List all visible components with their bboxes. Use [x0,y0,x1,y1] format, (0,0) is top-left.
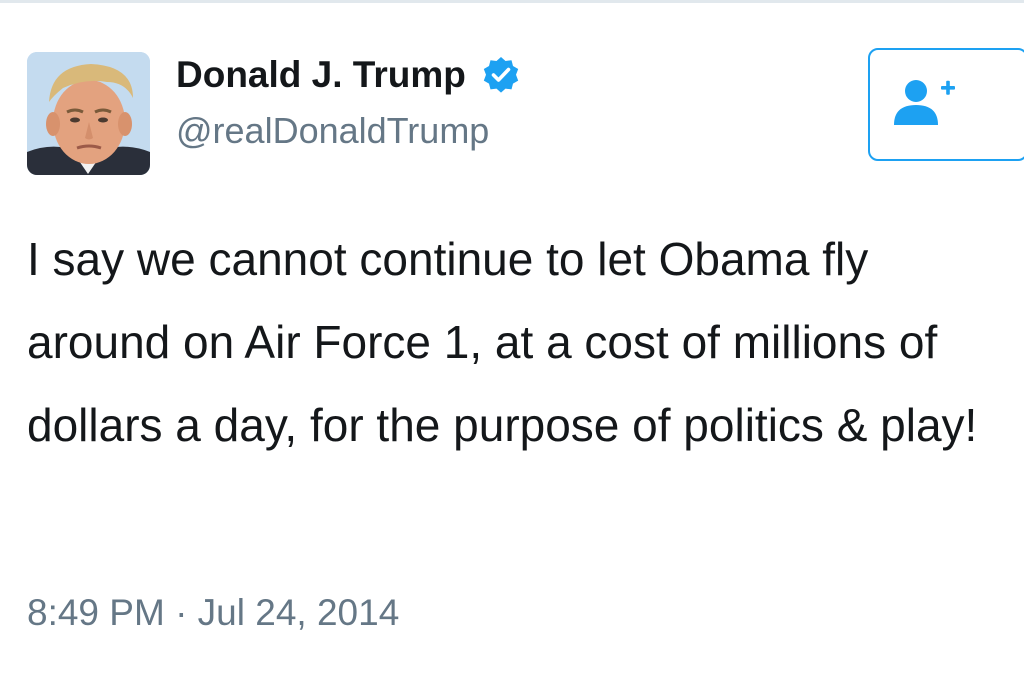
follow-user-plus-icon [892,77,956,132]
display-name-text[interactable]: Donald J. Trump [176,54,466,96]
avatar[interactable] [27,52,150,175]
tweet-timestamp[interactable]: 8:49 PM · Jul 24, 2014 [27,592,399,634]
tweet-text: I say we cannot continue to let Obama fl… [27,233,978,451]
avatar-portrait-icon [27,52,150,175]
follow-button[interactable] [868,48,1024,161]
display-name[interactable]: Donald J. Trump [176,54,520,96]
verified-badge-icon [482,56,520,94]
user-handle[interactable]: @realDonaldTrump [176,110,489,152]
top-divider [0,0,1024,3]
